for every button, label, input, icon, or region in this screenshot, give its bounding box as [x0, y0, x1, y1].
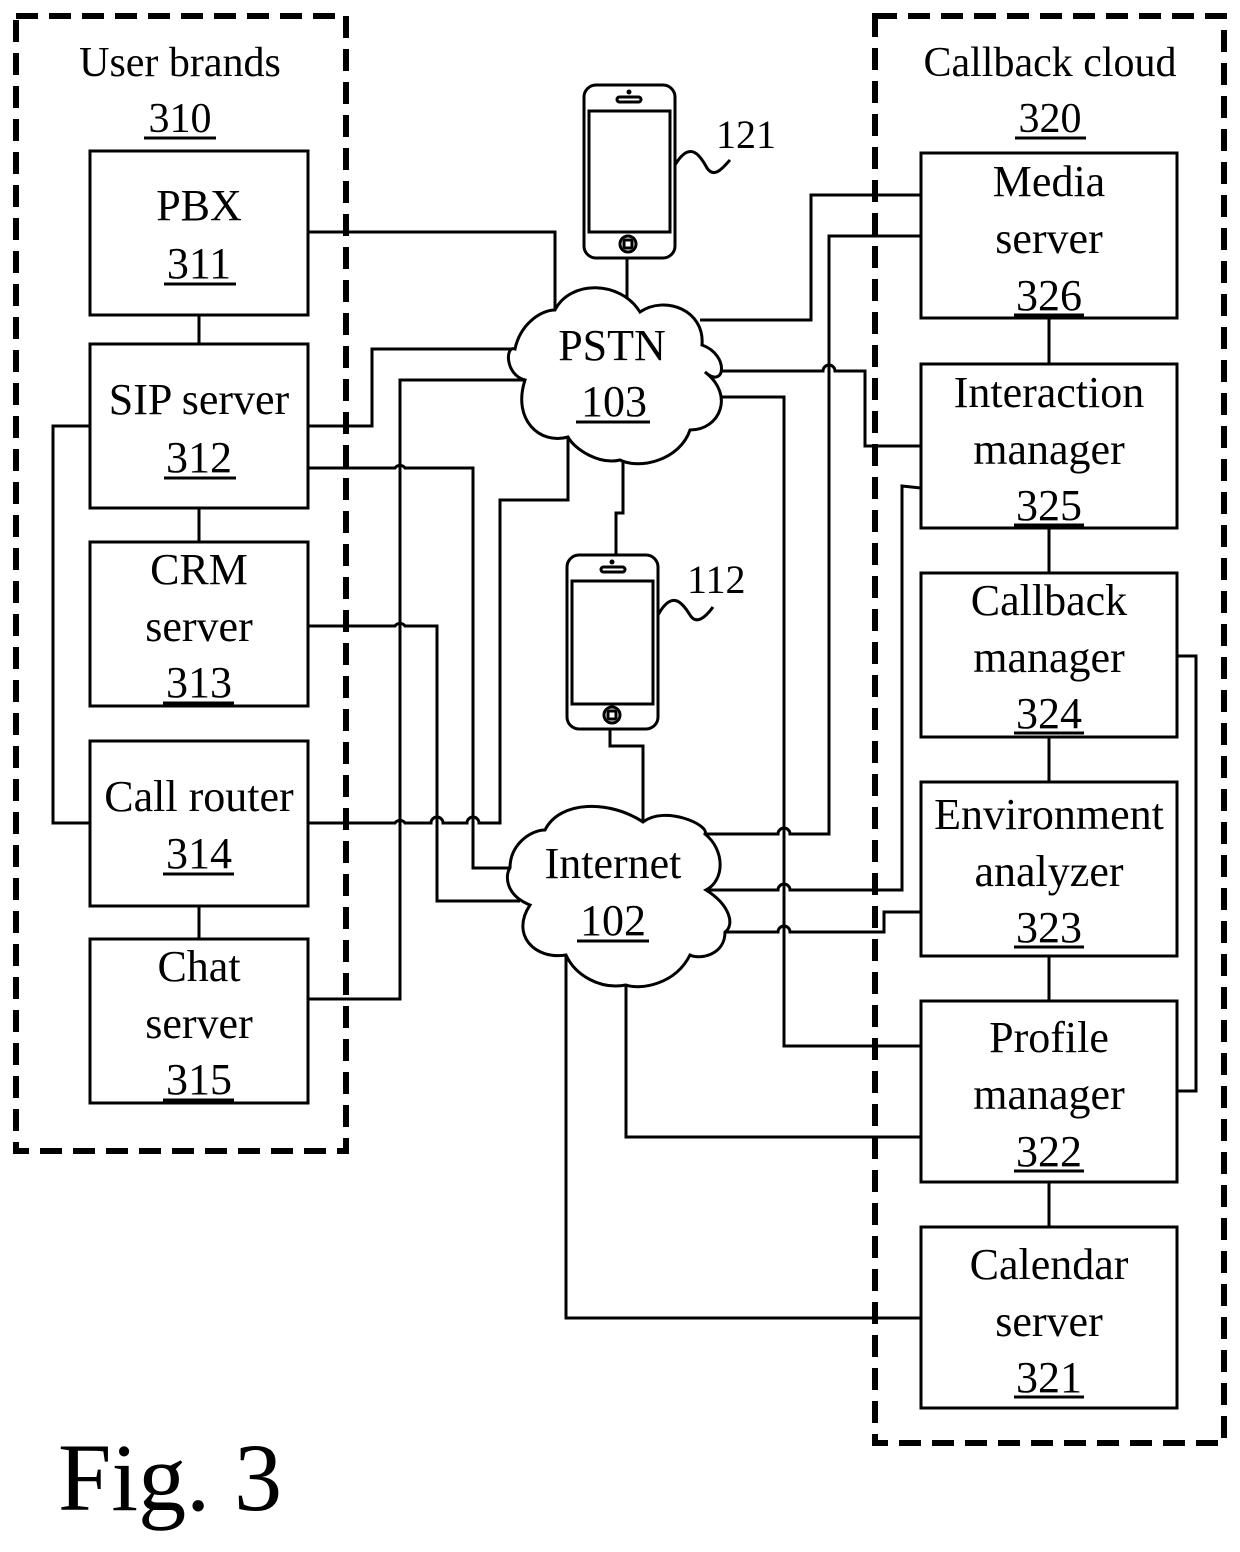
internet-ref: 102 — [580, 896, 646, 945]
wire-internet-environment — [725, 910, 921, 934]
box-calendar-server[interactable]: Calendar server 321 — [919, 1225, 1179, 1410]
calendar-server-label-1: Calendar — [970, 1240, 1129, 1289]
callback-cloud-label: Callback cloud — [923, 40, 1176, 86]
phone-112[interactable]: 112 — [565, 553, 746, 731]
environment-analyzer-ref: 323 — [1016, 903, 1082, 952]
box-interaction-manager[interactable]: Interaction manager 325 — [919, 362, 1179, 530]
interaction-manager-label-2: manager — [973, 425, 1125, 474]
call-router-ref: 314 — [166, 829, 232, 878]
chat-server-label-1: Chat — [157, 942, 240, 991]
wire-pstn-interaction — [705, 363, 921, 448]
callback-manager-label-1: Callback — [971, 576, 1127, 625]
figure-label: Fig. 3 — [58, 1424, 282, 1531]
callback-cloud-ref: 320 — [1019, 96, 1082, 142]
wire-internet-media — [705, 234, 921, 836]
pstn-ref: 103 — [581, 377, 647, 426]
pstn-label: PSTN — [558, 321, 666, 370]
smartphone-icon — [565, 553, 660, 731]
sip-server-label: SIP server — [109, 375, 290, 424]
pbx-ref: 311 — [167, 239, 231, 288]
box-media-server[interactable]: Media server 326 — [919, 151, 1179, 320]
profile-manager-label-2: manager — [973, 1070, 1125, 1119]
internet-label: Internet — [545, 839, 682, 888]
wire-crm-internet — [308, 621, 520, 903]
box-crm-server[interactable]: CRM server 313 — [88, 540, 310, 708]
profile-manager-label-1: Profile — [989, 1013, 1109, 1062]
user-brands-title: User brands 310 — [79, 40, 281, 142]
smartphone-icon — [582, 83, 677, 260]
interaction-manager-ref: 325 — [1016, 481, 1082, 530]
wire-sip-router — [51, 424, 90, 825]
environment-analyzer-label-2: analyzer — [975, 847, 1124, 896]
phone-121-ref: 121 — [716, 112, 776, 157]
wire-pstn-media — [700, 193, 921, 322]
media-server-label-2: server — [995, 214, 1103, 263]
phone-112-ref: 112 — [687, 557, 746, 602]
environment-analyzer-label-1: Environment — [934, 790, 1164, 839]
chat-server-label-2: server — [145, 999, 253, 1048]
cloud-icon — [506, 286, 723, 466]
box-sip-server[interactable]: SIP server 312 — [88, 342, 310, 510]
box-pbx[interactable]: PBX 311 — [88, 149, 310, 317]
profile-manager-ref: 322 — [1016, 1127, 1082, 1176]
calendar-server-label-2: server — [995, 1297, 1103, 1346]
user-brands-label: User brands — [79, 40, 281, 86]
user-brands-ref: 310 — [149, 96, 212, 142]
wire-pstn-phone112 — [614, 462, 625, 556]
pbx-label: PBX — [156, 181, 242, 230]
wire-callback-profile — [1177, 654, 1198, 1093]
box-call-router[interactable]: Call router 314 — [88, 739, 310, 908]
sip-server-ref: 312 — [166, 433, 232, 482]
leader-line-112 — [656, 599, 715, 622]
cloud-internet[interactable]: Internet 102 — [506, 805, 732, 989]
calendar-server-ref: 321 — [1016, 1353, 1082, 1402]
media-server-label-1: Media — [993, 157, 1105, 206]
wire-sip-pstn — [308, 347, 515, 428]
wire-internet-interaction — [706, 484, 922, 892]
box-chat-server[interactable]: Chat server 315 — [88, 937, 310, 1105]
wire-sip-internet — [308, 463, 510, 870]
box-environment-analyzer[interactable]: Environment analyzer 323 — [919, 780, 1179, 958]
crm-server-label-1: CRM — [150, 545, 248, 594]
chat-server-ref: 315 — [166, 1055, 232, 1104]
crm-server-ref: 313 — [166, 658, 232, 707]
wire-phone112-internet — [608, 729, 645, 820]
system-diagram: User brands 310 Callback cloud 320 PBX 3… — [13, 13, 1227, 1531]
wire-pstn-profile — [720, 395, 921, 1048]
wire-chat-pstn — [308, 378, 525, 1001]
crm-server-label-2: server — [145, 602, 253, 651]
callback-cloud-title: Callback cloud 320 — [923, 40, 1176, 142]
box-callback-manager[interactable]: Callback manager 324 — [919, 571, 1179, 739]
callback-manager-ref: 324 — [1016, 689, 1082, 738]
media-server-ref: 326 — [1016, 271, 1082, 320]
box-profile-manager[interactable]: Profile manager 322 — [919, 999, 1179, 1184]
cloud-pstn[interactable]: PSTN 103 — [506, 286, 723, 466]
call-router-label: Call router — [104, 772, 294, 821]
callback-manager-label-2: manager — [973, 633, 1125, 682]
phone-121[interactable]: 121 — [582, 83, 776, 260]
interaction-manager-label-1: Interaction — [954, 368, 1145, 417]
